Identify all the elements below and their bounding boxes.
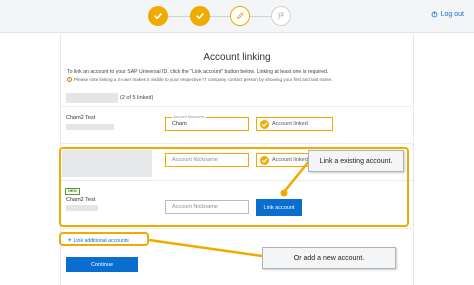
step-3-current [230,6,250,26]
progress-header: Log out [0,0,474,33]
callout-existing-text: Link a existing account. [319,157,393,165]
logout-link[interactable]: Log out [431,11,464,18]
flag-icon [278,12,284,20]
privacy-note: ! Please note linking a S-user makes it … [67,77,332,82]
instructions-text: To link an account to your SAP Universal… [67,69,329,75]
step-1-complete [148,6,168,26]
check-icon [196,13,204,20]
continue-button[interactable]: Continue [66,257,138,272]
account-linked-status: Account linked [256,117,333,131]
step-2-complete [190,6,210,26]
account-name: Cham2 Test [66,115,96,121]
step-connector [249,16,271,17]
pen-icon [236,12,244,20]
step-connector [167,16,191,17]
nickname-value: Cham [172,121,187,127]
nickname-field[interactable]: Account Nickname Cham [165,115,249,131]
page-title: Account linking [203,52,271,63]
row-divider [60,228,414,229]
row-divider [60,143,414,144]
nickname-field-label: Account Nickname [172,115,206,119]
redacted-account-id [66,124,114,130]
linked-check-icon [260,119,269,129]
linked-status-label: Account linked [272,121,308,127]
step-4-pending [271,6,291,26]
redacted-user-id [66,93,118,103]
callout-existing-account: Link a existing account. [308,150,404,172]
privacy-note-text: Please note linking a S-user makes it vi… [74,77,333,82]
check-icon [154,13,162,20]
highlight-add-account [59,232,149,246]
warning-icon: ! [67,77,72,82]
callout-new-text: Or add a new account. [293,254,365,262]
callout-new-account: Or add a new account. [262,247,396,269]
logout-label: Log out [440,11,464,18]
logout-icon [431,11,438,18]
row-divider [60,106,414,107]
linked-count: (2 of 5 linked) [120,95,154,101]
step-connector [209,16,231,17]
